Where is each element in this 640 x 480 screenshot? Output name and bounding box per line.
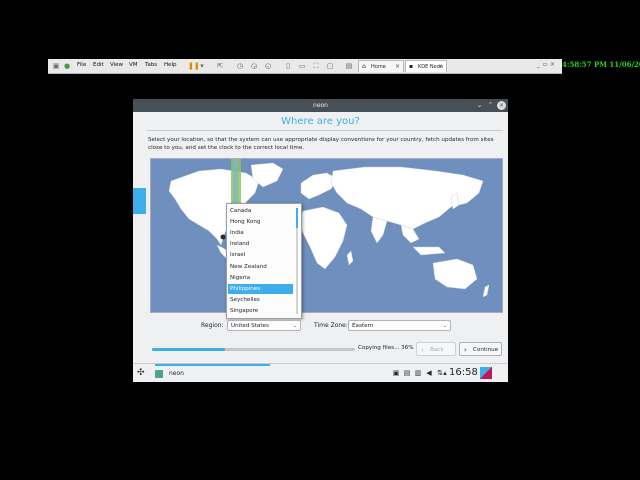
window-controls[interactable]: _▫× xyxy=(537,61,558,68)
vm-power-icon[interactable]: ● xyxy=(63,62,71,70)
progress-fill xyxy=(152,348,226,351)
title-divider xyxy=(147,130,503,131)
close-icon[interactable]: × xyxy=(395,61,400,73)
taskbar-task-neon[interactable]: neon xyxy=(155,366,270,381)
list-item[interactable]: New Zealand xyxy=(228,262,293,272)
fullscreen-icon[interactable]: ⛶ xyxy=(312,62,320,70)
thumbnail-icon[interactable]: ▭ xyxy=(298,62,306,70)
application-launcher-icon[interactable]: ✣ xyxy=(137,368,147,378)
console-view-icon[interactable]: ▤ xyxy=(345,62,353,70)
progress-status: Copying files... 36% xyxy=(358,345,414,351)
close-icon[interactable]: × xyxy=(438,61,443,73)
continue-button[interactable]: › Continue xyxy=(459,342,502,356)
tab-kde-neon[interactable]: ▪ KDE Neon × xyxy=(405,60,447,72)
world-map-graphic xyxy=(151,159,502,312)
chevron-down-icon[interactable]: ⌄ xyxy=(475,101,484,110)
device-icon[interactable]: ▥ xyxy=(414,369,422,377)
menu-tabs[interactable]: Tabs xyxy=(145,62,157,68)
send-keys-icon[interactable]: ⇱ xyxy=(216,62,224,70)
timezone-select[interactable]: Eastern ⌄ xyxy=(348,320,451,331)
clipboard-icon[interactable]: ▤ xyxy=(403,369,411,377)
list-item[interactable]: Israel xyxy=(228,250,293,260)
region-dropdown-list[interactable]: Canada Hong Kong India Ireland Israel Ne… xyxy=(226,203,302,319)
tray-expand-icon[interactable]: ▴ xyxy=(441,369,449,377)
show-desktop-icon[interactable] xyxy=(480,367,492,379)
vm-app-icon[interactable]: ▣ xyxy=(52,62,60,70)
volume-icon[interactable]: ◀ xyxy=(425,369,433,377)
list-item[interactable]: Nigeria xyxy=(228,273,293,283)
page-title: Where are you? xyxy=(281,116,360,127)
chevron-down-icon: ⌄ xyxy=(292,323,297,329)
region-label: Region: xyxy=(201,322,224,329)
list-item[interactable]: Singapore xyxy=(228,306,293,316)
guest-screen: neon ⌄ ⌃ × Where are you? Select your lo… xyxy=(133,99,508,382)
vm-icon: ▪ xyxy=(409,63,414,70)
menu-help[interactable]: Help xyxy=(164,62,177,68)
menu-vm[interactable]: VM xyxy=(129,62,138,68)
manage-snapshots-icon[interactable]: ◵ xyxy=(264,62,272,70)
chevron-up-icon[interactable]: ⌃ xyxy=(486,101,495,110)
chevron-down-icon[interactable]: ▾ xyxy=(198,62,206,70)
menu-edit[interactable]: Edit xyxy=(93,62,104,68)
description-text: Select your location, so that the system… xyxy=(148,137,494,151)
revert-icon[interactable]: ◶ xyxy=(250,62,258,70)
window-title: neon xyxy=(313,102,328,109)
chevron-down-icon: ⌄ xyxy=(442,323,447,329)
taskbar: ✣ neon ▣ ▤ ▥ ◀ ⇅ ▴ 16:58 xyxy=(133,363,508,382)
home-icon: ⌂ xyxy=(362,63,366,70)
close-icon[interactable]: × xyxy=(497,101,506,110)
recording-clock: 4:58:57 PM 11/06/2019 xyxy=(562,60,640,69)
unity-icon[interactable]: ▢ xyxy=(326,62,334,70)
pause-icon[interactable]: ❚❚ xyxy=(188,62,200,70)
tab-home[interactable]: ⌂ Home × xyxy=(358,60,404,72)
list-item-selected[interactable]: Philippines xyxy=(228,284,293,294)
lock-icon[interactable]: ▣ xyxy=(392,369,400,377)
installer-app-icon xyxy=(155,369,163,378)
region-select[interactable]: United States ⌄ xyxy=(227,320,301,331)
list-item[interactable]: India xyxy=(228,228,293,238)
menu-file[interactable]: File xyxy=(77,62,86,68)
menu-view[interactable]: View xyxy=(110,62,123,68)
timezone-map[interactable] xyxy=(150,158,503,313)
list-item[interactable]: Ireland xyxy=(228,239,293,249)
chevron-left-icon: ‹ xyxy=(421,346,424,354)
install-progress-bar xyxy=(152,348,355,351)
taskbar-clock[interactable]: 16:58 xyxy=(449,367,478,378)
list-item[interactable]: Seychelles xyxy=(228,295,293,305)
snapshot-icon[interactable]: ◷ xyxy=(236,62,244,70)
vm-toolbar: ▣ ● File Edit View VM Tabs Help ❚❚ ▾ ⇱ ◷… xyxy=(48,59,562,74)
timezone-label: Time Zone: xyxy=(314,322,348,329)
scrollbar-thumb[interactable] xyxy=(296,208,298,228)
list-item[interactable]: Canada xyxy=(228,206,293,216)
installer-titlebar: neon ⌄ ⌃ × xyxy=(133,99,508,112)
sidebar-icon[interactable]: ▯ xyxy=(284,62,292,70)
back-button[interactable]: ‹ Back xyxy=(416,342,456,356)
chevron-right-icon: › xyxy=(464,346,467,354)
list-item[interactable]: Hong Kong xyxy=(228,217,293,227)
sidebar-accent xyxy=(133,188,146,214)
